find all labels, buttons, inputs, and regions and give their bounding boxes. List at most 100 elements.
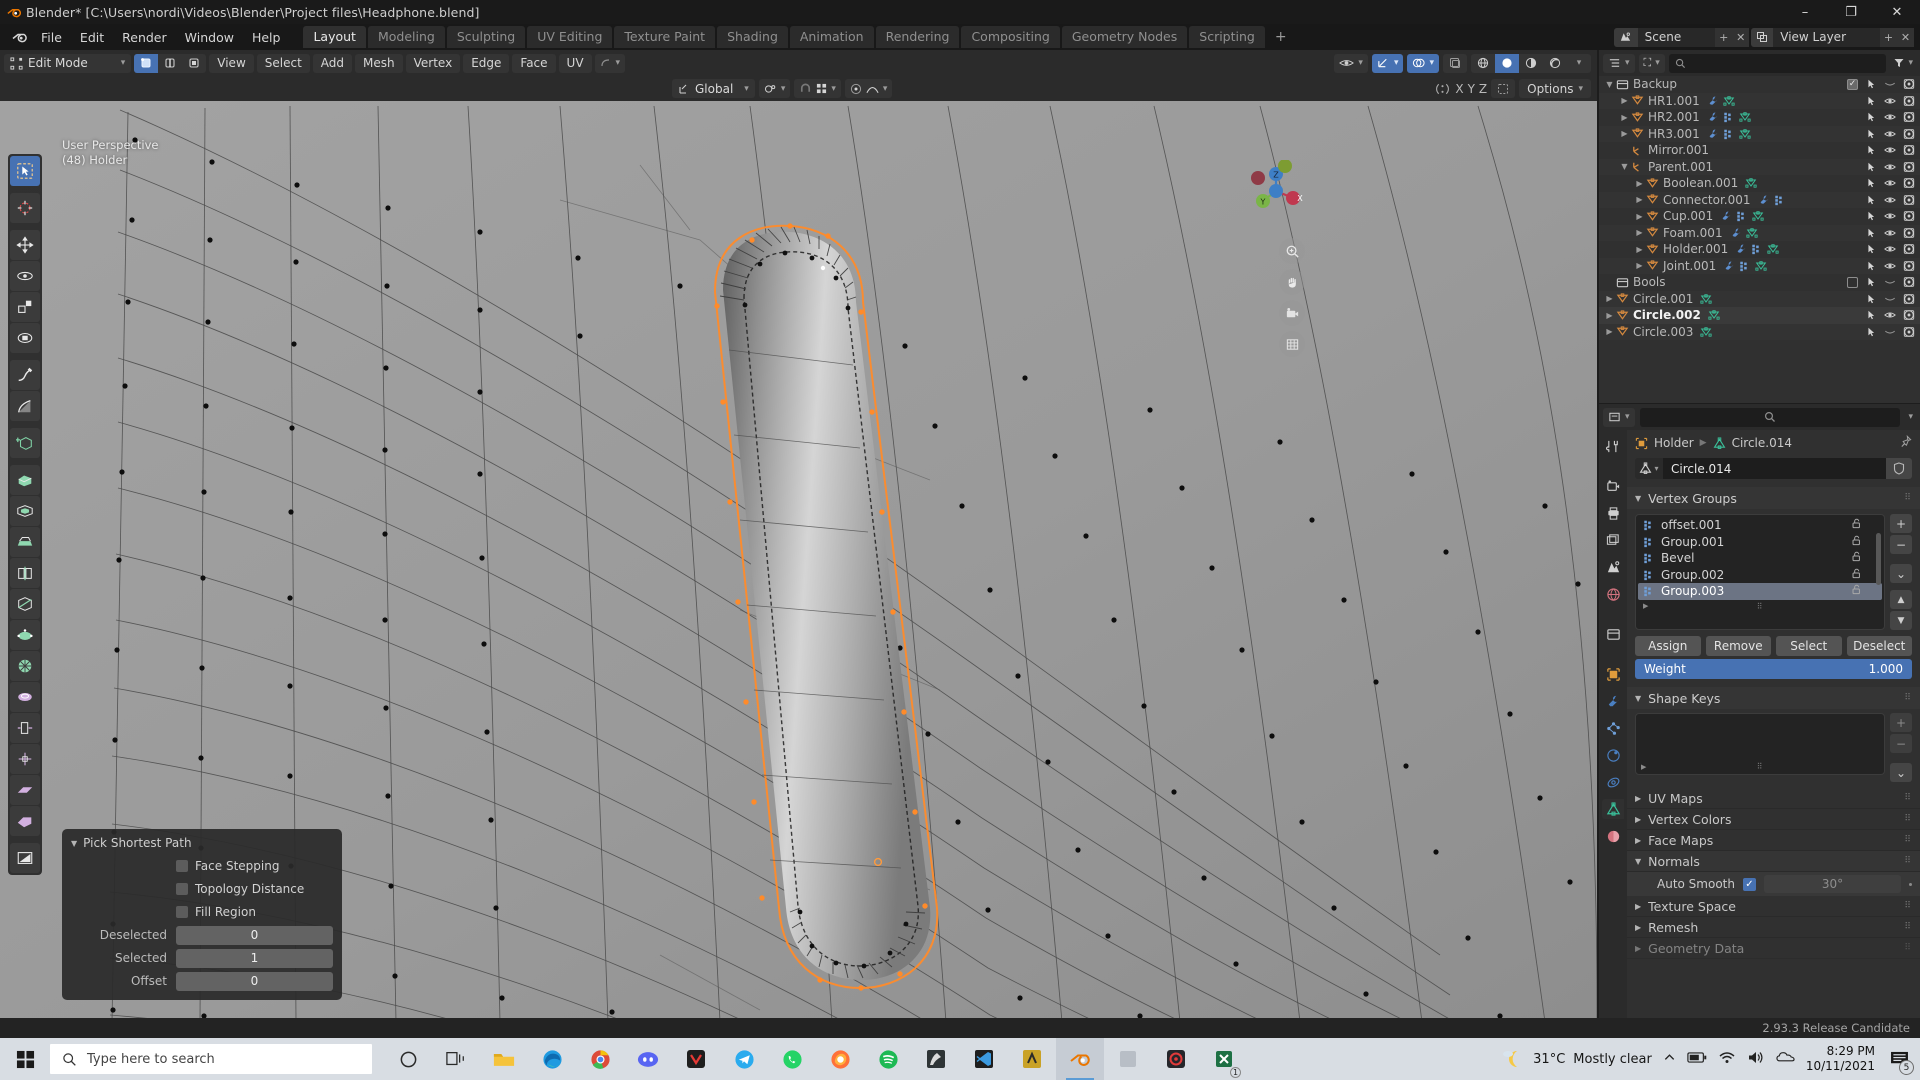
material-preview-shading-icon[interactable] <box>1519 54 1543 73</box>
outliner-collection-checkbox[interactable] <box>1847 276 1858 288</box>
tab-compositing[interactable]: Compositing <box>961 26 1060 48</box>
mode-selector[interactable]: Edit Mode ▾ <box>4 53 132 73</box>
selectable-cursor-icon[interactable] <box>1865 326 1877 338</box>
3d-viewport[interactable]: Edit Mode ▾ View Select Add Mesh Vertex … <box>0 50 1597 1022</box>
symmetry-z-toggle[interactable]: Z <box>1479 82 1487 96</box>
mesh-object-icon[interactable] <box>1646 226 1659 239</box>
remove-vertex-group-button[interactable]: − <box>1890 535 1912 554</box>
vertex-group-item[interactable]: Group.001 <box>1638 534 1882 551</box>
telegram-icon[interactable] <box>720 1038 768 1080</box>
vertex-group-icon[interactable] <box>1736 210 1748 222</box>
tab-collection[interactable] <box>1602 624 1624 644</box>
blender-icon[interactable] <box>1056 1038 1104 1080</box>
tab-tool[interactable] <box>1602 436 1624 456</box>
render-visibility-icon[interactable] <box>1903 128 1915 140</box>
deselect-button[interactable]: Deselect <box>1846 636 1912 656</box>
mesh-object-icon[interactable] <box>1631 111 1644 124</box>
animate-property-dot[interactable] <box>1909 882 1912 886</box>
outliner-row[interactable]: ▶ HR3.001 <box>1599 125 1920 142</box>
auto-smooth-checkbox[interactable]: ✓ <box>1742 877 1756 891</box>
breadcrumb-object-name[interactable]: Holder <box>1654 436 1694 450</box>
outliner-row[interactable]: Mirror.001 <box>1599 142 1920 159</box>
empty-icon[interactable] <box>1631 144 1644 157</box>
eye-open-icon[interactable] <box>1884 111 1896 123</box>
transform-orientation-selector[interactable]: Global ▾ <box>672 79 755 98</box>
render-visibility-icon[interactable] <box>1903 78 1915 90</box>
outliner-editor[interactable]: ▾ ⛶ ▾ ▾ ▼ Backup ✓ ▶ HR1.001 ▶ HR2.001 ▶ HR3.001… <box>1599 50 1920 403</box>
outliner-row[interactable]: ▶ Joint.001 <box>1599 257 1920 274</box>
outliner-row[interactable]: ▶ Foam.001 <box>1599 224 1920 241</box>
vertex-group-icon[interactable] <box>1723 111 1735 123</box>
eye-open-icon[interactable] <box>1884 128 1896 140</box>
tab-modifiers[interactable] <box>1602 691 1624 711</box>
maximize-button[interactable]: ❐ <box>1828 0 1874 24</box>
vertex-group-icon[interactable] <box>1643 536 1655 548</box>
overlays-toggle-dropdown[interactable]: ▾ <box>1407 53 1439 73</box>
mesh-object-icon[interactable] <box>1646 243 1659 256</box>
delete-view-layer-button[interactable]: ✕ <box>1897 27 1914 47</box>
properties-editor[interactable]: ▾ ▾ Holder ▶ Circle.014 ▾ Circle.014 ▼ V… <box>1599 404 1920 1022</box>
vertex-group-icon[interactable] <box>1723 128 1735 140</box>
outliner-expand-toggle[interactable]: ▶ <box>1618 113 1631 122</box>
wrench-icon[interactable] <box>1707 111 1719 123</box>
edge-icon[interactable] <box>528 1038 576 1080</box>
outliner-item-name[interactable]: Connector.001 <box>1663 193 1751 207</box>
tool-edge-slide[interactable] <box>10 713 40 743</box>
outliner-expand-toggle[interactable]: ▶ <box>1633 195 1646 204</box>
new-view-layer-button[interactable]: + <box>1880 27 1897 47</box>
add-vertex-group-button[interactable]: + <box>1890 514 1912 533</box>
outliner-search-input[interactable] <box>1668 53 1887 73</box>
tool-bevel[interactable] <box>10 527 40 557</box>
shape-key-list-footer[interactable]: ▶ ⠿ <box>1636 760 1884 773</box>
mesh-data-icon[interactable] <box>1723 95 1735 107</box>
wrench-icon[interactable] <box>1720 210 1732 222</box>
outliner-item-name[interactable]: HR3.001 <box>1648 127 1700 141</box>
vertex-group-icon[interactable] <box>1774 194 1786 206</box>
wrench-icon[interactable] <box>1730 227 1742 239</box>
render-visibility-icon[interactable] <box>1903 243 1915 255</box>
outliner-item-name[interactable]: Parent.001 <box>1648 160 1713 174</box>
breadcrumb-data-name[interactable]: Circle.014 <box>1732 436 1792 450</box>
scene-selector[interactable]: Scene + ✕ <box>1613 27 1750 47</box>
tab-shading[interactable]: Shading <box>717 26 788 48</box>
unknown-icon[interactable] <box>1104 1038 1152 1080</box>
tab-physics[interactable] <box>1602 745 1624 765</box>
render-visibility-icon[interactable] <box>1903 95 1915 107</box>
clock[interactable]: 8:29 PM 10/11/2021 <box>1806 1044 1875 1074</box>
outliner-item-name[interactable]: Backup <box>1633 77 1677 91</box>
tool-rotate[interactable] <box>10 261 40 291</box>
empty-icon[interactable] <box>1631 160 1644 173</box>
tool-tweak-select-box[interactable] <box>10 156 40 186</box>
wrench-icon[interactable] <box>1735 243 1747 255</box>
spotify-icon[interactable] <box>864 1038 912 1080</box>
eye-open-icon[interactable] <box>1884 210 1896 222</box>
render-visibility-icon[interactable] <box>1903 309 1915 321</box>
topology-distance-checkbox[interactable] <box>176 883 188 895</box>
assign-button[interactable]: Assign <box>1635 636 1701 656</box>
collection-icon[interactable] <box>1616 276 1629 289</box>
selectable-cursor-icon[interactable] <box>1865 128 1877 140</box>
outliner-row[interactable]: ▶ HR2.001 <box>1599 109 1920 126</box>
tab-geometry-nodes[interactable]: Geometry Nodes <box>1061 26 1188 48</box>
outliner-item-name[interactable]: Circle.002 <box>1633 308 1701 322</box>
move-vertex-group-down-button[interactable]: ▼ <box>1890 611 1912 630</box>
substance-icon[interactable] <box>1008 1038 1056 1080</box>
gizmo-toggle-dropdown[interactable]: ▾ <box>1371 53 1404 73</box>
mesh-object-icon[interactable] <box>1616 292 1629 305</box>
solid-shading-icon[interactable] <box>1495 53 1519 73</box>
outliner-item-name[interactable]: Mirror.001 <box>1648 143 1709 157</box>
tool-scale[interactable] <box>10 292 40 322</box>
eye-open-icon[interactable] <box>1884 95 1896 107</box>
render-visibility-icon[interactable] <box>1903 177 1915 189</box>
tab-world[interactable] <box>1602 584 1624 604</box>
navigation-gizmo[interactable]: Z Y X <box>1245 160 1307 222</box>
viewport-menu-mesh[interactable]: Mesh <box>355 53 403 73</box>
vertex-group-item[interactable]: Bevel <box>1638 550 1882 567</box>
fake-user-shield-icon[interactable] <box>1886 458 1912 479</box>
mesh-data-icon[interactable] <box>1700 326 1712 338</box>
mesh-data-icon[interactable] <box>1739 128 1751 140</box>
eye-closed-icon[interactable] <box>1884 326 1896 338</box>
vertex-group-icon[interactable] <box>1751 243 1763 255</box>
davinci-icon[interactable] <box>1152 1038 1200 1080</box>
eye-closed-icon[interactable] <box>1884 276 1896 288</box>
